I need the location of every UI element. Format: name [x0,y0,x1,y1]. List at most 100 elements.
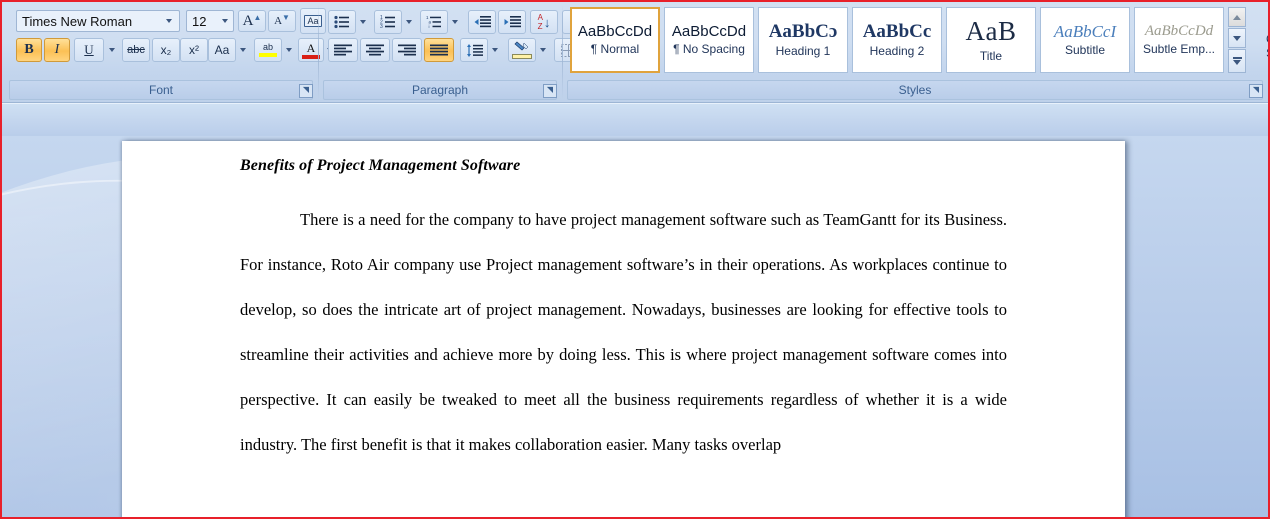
multilevel-list-dropdown[interactable] [448,10,462,34]
decrease-indent-icon [474,16,491,28]
style-sample: AaBbCcDd [577,22,653,40]
chevron-down-icon [240,48,246,52]
line-spacing-button[interactable] [460,38,488,62]
align-center-button[interactable] [360,38,390,62]
shrink-font-button[interactable]: A ▼ [268,10,296,32]
change-case-button[interactable]: Aa [208,38,236,62]
style-name: Subtitle [1064,43,1106,58]
font-name-combo[interactable]: Times New Roman [16,10,180,32]
bullets-button[interactable] [328,10,356,34]
paragraph-dialog-launcher[interactable] [543,84,557,98]
chevron-down-icon[interactable] [166,19,172,23]
font-size-combo[interactable]: 12 [186,10,234,32]
bullets-icon [334,15,349,29]
group-label-font: Font [9,80,313,100]
numbering-dropdown[interactable] [402,10,416,34]
grow-font-label: A [242,12,254,29]
sort-button[interactable]: AZ ↓ [530,10,558,34]
chevron-down-icon [109,48,115,52]
change-case-label: Aa [214,43,230,57]
numbering-button[interactable]: 1 2 3 [374,10,402,34]
decrease-indent-button[interactable] [468,10,496,34]
font-size-value: 12 [192,13,207,29]
numbering-icon: 1 2 3 [380,15,395,29]
styles-scroll-down-button[interactable] [1228,28,1246,48]
change-styles-label-2: Styles [1266,46,1268,60]
style-sample: AaBbCcI [1053,21,1117,41]
superscript-button[interactable]: x² [180,38,208,62]
shrink-font-label: A [274,15,283,27]
chevron-down-icon [492,48,498,52]
justify-button[interactable] [424,38,454,62]
document-page[interactable]: Benefits of Project Management Software … [122,141,1125,517]
styles-more-button[interactable] [1228,49,1246,73]
subscript-button[interactable]: x₂ [152,38,180,62]
italic-label: I [54,42,60,57]
highlight-icon: ab [262,42,273,52]
style-sample: AaB [965,16,1017,47]
highlight-color-swatch [259,53,277,57]
text-highlight-button[interactable]: ab [254,38,282,62]
document-paragraph[interactable]: There is a need for the company to have … [240,197,1007,467]
word-window: Times New Roman 12 A ▲ A ▼ Aa B I U abc … [0,0,1270,519]
align-right-icon [398,44,416,55]
chevron-down-icon [540,48,546,52]
style-item-title[interactable]: AaB Title [946,7,1036,73]
chevron-down-icon[interactable] [222,19,228,23]
increase-indent-button[interactable] [498,10,526,34]
group-label-paragraph: Paragraph [323,80,557,100]
grow-font-button[interactable]: A ▲ [238,10,266,32]
style-item-no-spacing[interactable]: AaBbCcDd ¶ No Spacing [664,7,754,73]
shading-dropdown[interactable] [536,38,550,62]
svg-text:i: i [429,24,430,29]
chevron-down-icon [452,20,458,24]
highlight-dropdown[interactable] [282,38,296,62]
more-styles-icon [1232,57,1242,65]
align-left-button[interactable] [328,38,358,62]
style-item-heading-1[interactable]: AaBbCɔ Heading 1 [758,7,848,73]
bold-button[interactable]: B [16,38,42,62]
styles-dialog-launcher[interactable] [1249,84,1263,98]
style-name: ¶ Normal [590,42,640,57]
change-styles-button[interactable]: AA Change Styles [1252,6,1268,74]
line-spacing-dropdown[interactable] [488,38,502,62]
bold-label: B [24,42,34,57]
font-color-icon: A [306,40,316,55]
bullets-dropdown[interactable] [356,10,370,34]
sort-az-label: AZ [537,13,543,31]
document-canvas: Benefits of Project Management Software … [2,136,1268,517]
style-name: Heading 2 [869,44,925,59]
superscript-label: x² [189,43,199,57]
chevron-up-icon [1233,14,1241,20]
change-case-dropdown[interactable] [236,38,250,62]
multilevel-list-button[interactable]: 1 a i [420,10,448,34]
chevron-down-icon [1233,35,1241,41]
line-spacing-icon [466,43,483,57]
strikethrough-button[interactable]: abc [122,38,150,62]
up-arrow-icon: ▲ [253,13,262,22]
group-divider [318,5,319,99]
svg-text:3: 3 [380,24,383,29]
shading-color-swatch [512,54,532,59]
align-right-button[interactable] [392,38,422,62]
style-item-heading-2[interactable]: AaBbCc Heading 2 [852,7,942,73]
underline-dropdown[interactable] [104,38,120,62]
italic-button[interactable]: I [44,38,70,62]
shading-button[interactable] [508,38,536,62]
multilevel-list-icon: 1 a i [426,15,441,29]
style-name: Title [979,48,1003,63]
ribbon-group-paragraph: 1 2 3 1 a i A Z ↓ Paragraph ◥ [320,2,592,102]
style-sample: AaBbCcDd [1144,22,1214,39]
styles-scroll-up-button[interactable] [1228,7,1246,27]
underline-button[interactable]: U [74,38,104,62]
group-label-styles: Styles [567,80,1263,100]
ribbon-group-styles: AaBbCcDd ¶ Normal AaBbCcDd ¶ No Spacing … [564,2,1268,102]
style-item-subtle-emphasis[interactable]: AaBbCcDd Subtle Emp... [1134,7,1224,73]
style-item-normal[interactable]: AaBbCcDd ¶ Normal [570,7,660,73]
style-name: Heading 1 [775,44,831,59]
group-divider [562,5,563,99]
font-dialog-launcher[interactable] [299,84,313,98]
chevron-down-icon [406,20,412,24]
style-item-subtitle[interactable]: AaBbCcI Subtitle [1040,7,1130,73]
align-center-icon [366,44,384,55]
